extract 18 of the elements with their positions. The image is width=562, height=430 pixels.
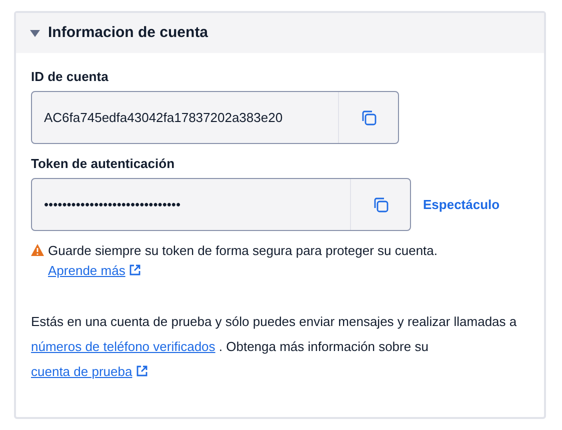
field-label: ID de cuenta: [31, 69, 110, 85]
trial-account-note: Estás en una cuenta de prueba y sólo puedes enviar mensajes y realizar llamadas a números de teléfono verificados . Obtenga más información sobre su cuenta de prueba: [31, 313, 518, 381]
copy-icon: [372, 196, 388, 212]
field-value: AC6fa745edfa43042fa17837202a383e20: [43, 108, 284, 127]
warning-text: Guarde siempre su token de forma segura para proteger su cuenta.: [48, 242, 438, 260]
verified-numbers-link[interactable]: números de teléfono verificados: [31, 339, 216, 354]
warning-icon: [31, 244, 44, 256]
copy-icon: [360, 110, 376, 126]
section-header[interactable]: Informacion de cuenta: [16, 13, 544, 53]
read-only-field[interactable]: ••••••••••••••••••••••••••••••: [31, 178, 411, 231]
external-link-icon: [129, 264, 142, 276]
trial-account-link[interactable]: cuenta de prueba: [31, 364, 132, 379]
show-link[interactable]: Espectáculo: [423, 194, 500, 214]
field-value: ••••••••••••••••••••••••••••••: [43, 196, 182, 214]
field-label: Token de autenticación: [31, 156, 176, 172]
read-only-field[interactable]: AC6fa745edfa43042fa17837202a383e20: [31, 91, 399, 144]
learn-more-link[interactable]: Aprende más: [48, 263, 126, 278]
external-link-icon: [136, 365, 148, 377]
